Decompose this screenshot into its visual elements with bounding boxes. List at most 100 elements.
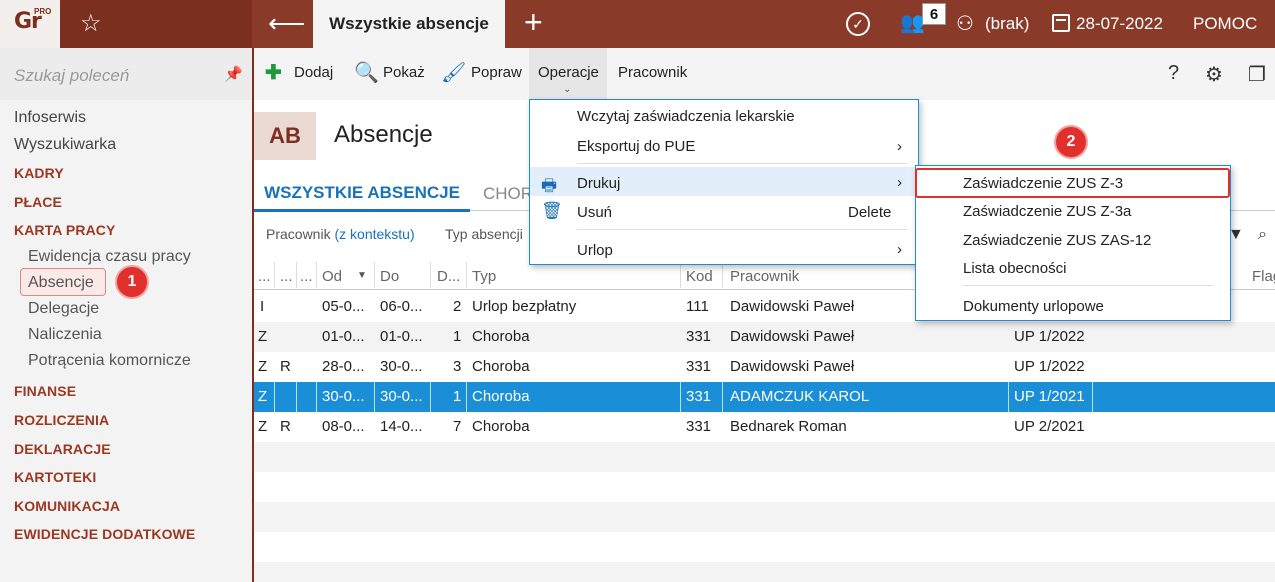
submenu-item-leave-documents[interactable]: Dokumenty urlopowe [963, 298, 1104, 315]
app-logo-sup: PRO [34, 7, 52, 16]
col-2[interactable]: ... [280, 268, 293, 285]
pin-icon[interactable]: 📌 [224, 65, 243, 83]
filter-absence-type[interactable]: Typ absencji [445, 226, 523, 242]
col-sep[interactable] [316, 262, 317, 288]
submenu-item-zus-z3a[interactable]: Zaświadczenie ZUS Z-3a [963, 203, 1131, 220]
col-typ[interactable]: Typ [472, 268, 496, 285]
gear-icon[interactable]: ⚙ [1205, 62, 1223, 87]
col-days[interactable]: D... [437, 268, 460, 285]
menu-item-export-pue[interactable]: Eksportuj do PUE [577, 138, 695, 155]
search-input[interactable]: Szukaj poleceń [14, 66, 129, 86]
chevron-right-icon: › [897, 241, 902, 258]
printer-icon: 🖶 [541, 176, 558, 195]
cell-od: 30-0... [322, 388, 365, 405]
cell-do: 01-0... [380, 328, 423, 345]
search-icon-2[interactable]: ⌕ [1258, 226, 1267, 244]
submenu-item-zus-zas12[interactable]: Zaświadczenie ZUS ZAS-12 [963, 232, 1151, 249]
menu-item-delete[interactable]: Usuń [577, 204, 612, 221]
filter-context-link[interactable]: (z kontekstu) [334, 226, 414, 242]
sidebar-section-finanse[interactable]: FINANSE [14, 383, 76, 399]
person-icon[interactable]: ⚇ [956, 11, 974, 36]
help-icon[interactable]: ? [1168, 62, 1179, 85]
sidebar-item-infoserwis[interactable]: Infoserwis [14, 109, 86, 127]
employee-menu-button[interactable]: Pracownik [618, 64, 687, 81]
filter-employee-label: Pracownik [266, 226, 331, 242]
cell-status: Z [258, 418, 268, 435]
col-pracownik[interactable]: Pracownik [730, 268, 799, 285]
col-od[interactable]: Od [322, 268, 342, 285]
check-circle-icon[interactable]: ✓ [846, 12, 870, 36]
window-restore-icon[interactable]: ❐ [1248, 62, 1266, 87]
cell-do: 30-0... [380, 388, 423, 405]
cell-typ: Choroba [472, 418, 530, 435]
step-2-badge: 2 [1054, 125, 1088, 159]
col-sep[interactable] [374, 262, 375, 288]
cell-pracownik: Bednarek Roman [730, 418, 847, 435]
sidebar-section-komunikacja[interactable]: KOMUNIKACJA [14, 498, 120, 514]
new-tab-plus-icon[interactable]: + [524, 4, 543, 41]
operations-menu-button[interactable]: Operacje [538, 64, 599, 81]
cell-doc: UP 2/2021 [1014, 418, 1085, 435]
current-date[interactable]: 28-07-2022 [1076, 0, 1163, 48]
cell-kod: 331 [686, 358, 712, 375]
col-sep[interactable] [722, 262, 723, 288]
back-arrow-icon[interactable]: ⟵ [268, 8, 305, 39]
filter-employee[interactable]: Pracownik (z kontekstu) [266, 226, 415, 242]
sidebar-item-potracenia[interactable]: Potrącenia komornicze [28, 352, 191, 370]
calendar-icon[interactable] [1052, 14, 1070, 32]
logo-box[interactable]: Gr PRO [0, 0, 60, 48]
col-sep[interactable] [430, 262, 431, 288]
submenu-item-attendance-list[interactable]: Lista obecności [963, 260, 1066, 277]
menu-item-leave[interactable]: Urlop [577, 242, 613, 259]
sidebar-section-kadry[interactable]: KADRY [14, 165, 64, 181]
col-sep[interactable] [274, 262, 275, 288]
cell-status: Z [258, 358, 268, 375]
tab-all-absences[interactable]: WSZYSTKIE ABSENCJE [254, 174, 470, 212]
sidebar-section-place[interactable]: PŁACE [14, 194, 62, 210]
col-sep[interactable] [296, 262, 297, 288]
col-sep [466, 382, 467, 412]
cell-doc: UP 1/2021 [1014, 388, 1085, 405]
col-kod[interactable]: Kod [686, 268, 713, 285]
add-icon[interactable]: ✚ [265, 60, 282, 85]
current-user[interactable]: (brak) [985, 0, 1029, 48]
help-link[interactable]: POMOC [1193, 0, 1257, 48]
sidebar-section-deklaracje[interactable]: DEKLARACJE [14, 441, 111, 457]
sidebar-item-delegacje[interactable]: Delegacje [28, 300, 99, 318]
cell-typ: Choroba [472, 358, 530, 375]
sidebar-item-wyszukiwarka[interactable]: Wyszukiwarka [14, 136, 116, 154]
sidebar-section-rozliczenia[interactable]: ROZLICZENIA [14, 412, 109, 428]
table-row[interactable]: Z R 08-0... 14-0... 7 Choroba 331 Bednar… [254, 412, 1275, 442]
star-icon[interactable]: ☆ [80, 9, 102, 38]
col-sep [722, 382, 723, 412]
col-sep[interactable] [680, 262, 681, 288]
brush-icon[interactable]: 🖌 [441, 60, 466, 85]
table-row[interactable]: Z R 28-0... 30-0... 3 Choroba 331 Dawido… [254, 352, 1275, 382]
sidebar-section-karta-pracy[interactable]: KARTA PRACY [14, 222, 115, 238]
col-do[interactable]: Do [380, 268, 399, 285]
submenu-item-zus-z3[interactable]: Zaświadczenie ZUS Z-3 [963, 175, 1123, 192]
chevron-down-icon: ⌄ [563, 84, 572, 95]
table-row[interactable]: Z 01-0... 01-0... 1 Choroba 331 Dawidows… [254, 322, 1275, 352]
table-row-selected[interactable]: Z 30-0... 30-0... 1 Choroba 331 ADAMCZUK… [254, 382, 1275, 412]
menu-item-print[interactable]: Drukuj [577, 175, 620, 192]
sidebar-item-ewidencja[interactable]: Ewidencja czasu pracy [28, 248, 191, 266]
add-button[interactable]: Dodaj [294, 64, 333, 81]
cell-pracownik: Dawidowski Paweł [730, 298, 855, 315]
menu-item-load-certificates[interactable]: Wczytaj zaświadczenia lekarskie [577, 108, 795, 125]
sidebar-item-naliczenia[interactable]: Naliczenia [28, 326, 102, 344]
edit-button[interactable]: Popraw [471, 64, 522, 81]
col-1[interactable]: ... [258, 268, 271, 285]
search-icon[interactable]: 🔍 [354, 60, 379, 85]
col-3[interactable]: ... [300, 268, 313, 285]
tab-sick[interactable]: CHOR [483, 184, 533, 204]
tab-wszystkie-absencje[interactable]: Wszystkie absencje [313, 0, 505, 48]
col-sep [1008, 382, 1009, 412]
col-sep [316, 382, 317, 412]
sidebar-section-ewidencje-dodatkowe[interactable]: EWIDENCJE DODATKOWE [14, 526, 195, 542]
show-button[interactable]: Pokaż [383, 64, 425, 81]
sidebar-item-absencje[interactable]: Absencje [28, 274, 94, 292]
col-sep[interactable] [466, 262, 467, 288]
sidebar-section-kartoteki[interactable]: KARTOTEKI [14, 469, 96, 485]
col-flag[interactable]: Flag [1252, 268, 1275, 285]
